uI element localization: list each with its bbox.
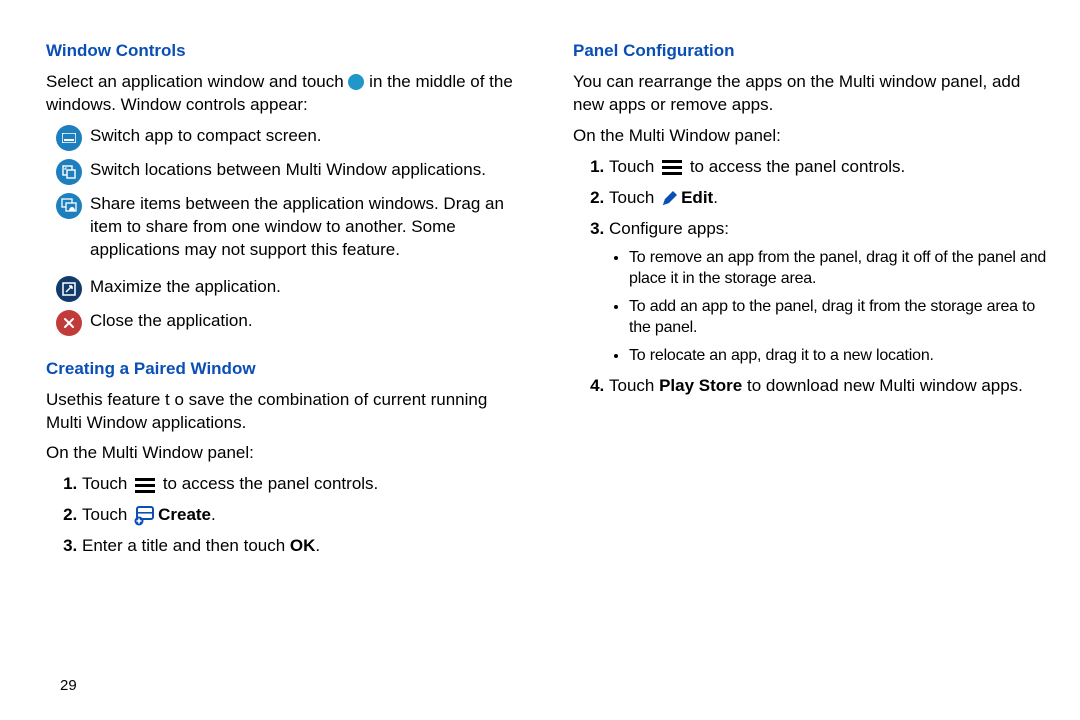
window-controls-list: Switch app to compact screen. Switch loc… bbox=[56, 125, 523, 336]
list-item-label: Switch app to compact screen. bbox=[90, 125, 523, 148]
handle-dot-icon bbox=[348, 74, 364, 90]
paired-window-subintro: On the Multi Window panel: bbox=[46, 442, 523, 465]
list-item: Switch locations between Multi Window ap… bbox=[56, 159, 523, 185]
step-item: Touch to access the panel controls. bbox=[82, 473, 523, 496]
left-column: Window Controls Select an application wi… bbox=[46, 40, 523, 566]
page-number: 29 bbox=[60, 676, 77, 696]
step-text-a: Touch bbox=[82, 474, 132, 493]
step-text-c: . bbox=[713, 188, 718, 207]
intro-text-a: Select an application window and touch bbox=[46, 72, 348, 91]
list-item: Maximize the application. bbox=[56, 276, 523, 302]
list-item: Close the application. bbox=[56, 310, 523, 336]
close-icon bbox=[56, 310, 82, 336]
menu-icon bbox=[134, 476, 156, 494]
maximize-icon bbox=[56, 276, 82, 302]
panel-config-steps: Touch to access the panel controls. Touc… bbox=[573, 156, 1050, 398]
list-item-label: Share items between the application wind… bbox=[90, 193, 523, 262]
step-item: Touch to access the panel controls. bbox=[609, 156, 1050, 179]
heading-paired-window: Creating a Paired Window bbox=[46, 358, 523, 381]
step-text-a: Touch bbox=[609, 188, 659, 207]
step-text: Configure apps: bbox=[609, 219, 729, 238]
step-text-c: . bbox=[211, 505, 216, 524]
list-item-label: Maximize the application. bbox=[90, 276, 523, 299]
step-item: Enter a title and then touch OK. bbox=[82, 535, 523, 558]
menu-icon bbox=[661, 158, 683, 176]
step-text-c: to download new Multi window apps. bbox=[742, 376, 1023, 395]
bullet-item: To remove an app from the panel, drag it… bbox=[629, 247, 1050, 290]
step-text-b: to access the panel controls. bbox=[685, 157, 905, 176]
step-item: Touch Edit. bbox=[609, 187, 1050, 210]
step-item: Touch Create. bbox=[82, 504, 523, 527]
step-item: Configure apps: To remove an app from th… bbox=[609, 218, 1050, 367]
step-bold: Create bbox=[158, 505, 211, 524]
step-text-b: to access the panel controls. bbox=[158, 474, 378, 493]
switch-locations-icon bbox=[56, 159, 82, 185]
step-item: Touch Play Store to download new Multi w… bbox=[609, 375, 1050, 398]
bullet-item: To relocate an app, drag it to a new loc… bbox=[629, 345, 1050, 367]
paired-window-intro: Usethis feature t o save the combination… bbox=[46, 389, 523, 435]
step-text-a: Touch bbox=[609, 157, 659, 176]
bullet-item: To add an app to the panel, drag it from… bbox=[629, 296, 1050, 339]
step-text-a: Touch bbox=[82, 505, 132, 524]
window-controls-intro: Select an application window and touch i… bbox=[46, 71, 523, 117]
list-item-label: Close the application. bbox=[90, 310, 523, 333]
step-bold: Play Store bbox=[659, 376, 742, 395]
paired-window-steps: Touch to access the panel controls. Touc… bbox=[46, 473, 523, 558]
step-text-a: Enter a title and then touch bbox=[82, 536, 290, 555]
compact-screen-icon bbox=[56, 125, 82, 151]
create-icon bbox=[134, 506, 156, 526]
heading-window-controls: Window Controls bbox=[46, 40, 523, 63]
panel-config-intro: You can rearrange the apps on the Multi … bbox=[573, 71, 1050, 117]
configure-apps-bullets: To remove an app from the panel, drag it… bbox=[609, 247, 1050, 367]
edit-pencil-icon bbox=[661, 189, 679, 207]
heading-panel-config: Panel Configuration bbox=[573, 40, 1050, 63]
step-text-c: . bbox=[315, 536, 320, 555]
right-column: Panel Configuration You can rearrange th… bbox=[573, 40, 1050, 566]
share-items-icon bbox=[56, 193, 82, 219]
list-item-label: Switch locations between Multi Window ap… bbox=[90, 159, 523, 182]
list-item: Share items between the application wind… bbox=[56, 193, 523, 262]
step-text-a: Touch bbox=[609, 376, 659, 395]
panel-config-subintro: On the Multi Window panel: bbox=[573, 125, 1050, 148]
step-bold: Edit bbox=[681, 188, 713, 207]
step-bold: OK bbox=[290, 536, 316, 555]
list-item: Switch app to compact screen. bbox=[56, 125, 523, 151]
